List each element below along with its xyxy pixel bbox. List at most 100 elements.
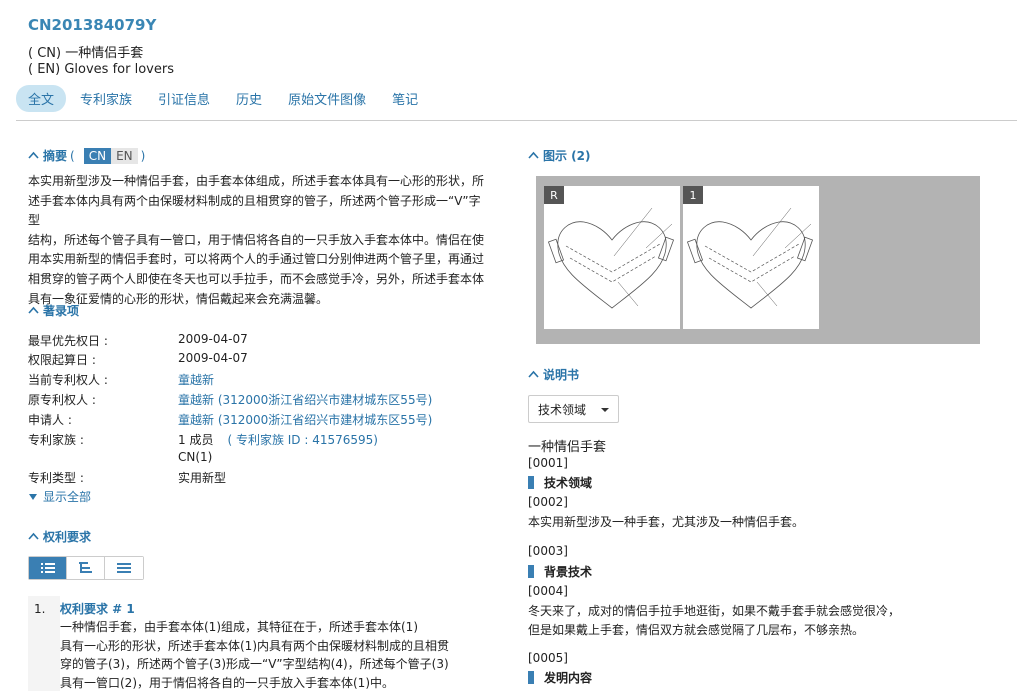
paragraph-text: 但是如果戴上手套，情侣双方就会感觉隔了几层布，不够亲热。 <box>528 623 865 637</box>
claim-title[interactable]: 权利要求 # 1 <box>60 600 498 618</box>
paragraph-number: [0003] <box>528 544 568 558</box>
applicant-link[interactable]: 童越新 (312000浙江省绍兴市建材城东区55号) <box>178 411 432 428</box>
section-heading-text: 发明内容 <box>544 671 593 685</box>
menu-icon <box>117 563 131 573</box>
abstract-line: 结构，所述每个管子具有一管口，用于情侣将各自的一只手放入手套本体中。情侣在使 <box>28 232 485 247</box>
plain-view-button[interactable] <box>105 557 143 579</box>
description-title: 一种情侣手套 <box>528 440 607 455</box>
lang-cn-button[interactable]: CN <box>83 147 112 164</box>
chevron-up-icon <box>528 370 539 378</box>
claim-line: 一种情侣手套，由手套本体(1)组成，其特征在于，所述手套本体(1) <box>60 620 418 635</box>
section-select[interactable]: 技术领域 <box>528 395 619 423</box>
heart-glove-drawing <box>547 207 675 309</box>
claims-header[interactable]: 权利要求 <box>28 528 91 545</box>
heading-bar <box>528 565 534 578</box>
tree-view-button[interactable] <box>67 557 105 579</box>
abstract-line: 本实用新型涉及一种情侣手套，由手套本体组成，所述手套本体具有一心形的形状，所 <box>28 174 485 188</box>
biblio-row: 专利类型 : 实用新型 <box>28 469 226 486</box>
chevron-up-icon <box>528 151 539 159</box>
heading-bar <box>528 476 534 489</box>
chevron-up-icon <box>28 532 39 540</box>
biblio-row: 原专利权人 : 童越新 (312000浙江省绍兴市建材城东区55号) <box>28 391 432 408</box>
biblio-value: 2009-04-07 <box>178 351 248 365</box>
paren-close: ) <box>140 148 146 163</box>
tab-history[interactable]: 历史 <box>224 85 274 112</box>
show-all-label: 显示全部 <box>43 490 92 504</box>
divider <box>16 120 1017 121</box>
paragraph-text: 冬天来了，成对的情侣手拉手地逛街，如果不戴手套手就会感觉很冷， <box>528 604 901 618</box>
paragraph-number: [0001] <box>528 456 568 470</box>
claim-line: 具有一管口(2)，用于情侣将各自的一只手放入手套本体(1)中。 <box>60 675 394 690</box>
biblio-value: 1 成员 <box>178 433 214 447</box>
section-heading: 背景技术 <box>528 563 592 580</box>
list-view-button[interactable] <box>29 557 67 579</box>
claim-body: 权利要求 # 1 一种情侣手套，由手套本体(1)组成，其特征在于，所述手套本体(… <box>60 596 498 691</box>
chevron-up-icon <box>28 306 39 314</box>
show-all-link[interactable]: 显示全部 <box>28 488 91 505</box>
paragraph-number: [0004] <box>528 584 568 598</box>
biblio-label: 当前专利权人 : <box>28 373 108 387</box>
biblio-row: 当前专利权人 : 童越新 <box>28 371 214 388</box>
biblio-row: 申请人 : 童越新 (312000浙江省绍兴市建材城东区55号) <box>28 411 432 428</box>
figure-tag: 1 <box>683 186 703 204</box>
original-assignee-link[interactable]: 童越新 (312000浙江省绍兴市建材城东区55号) <box>178 391 432 408</box>
figures-header[interactable]: 图示 (2) <box>528 147 591 164</box>
section-heading: 发明内容 <box>528 669 592 686</box>
paragraph-number: [0005] <box>528 651 568 665</box>
tree-icon <box>78 562 92 573</box>
abstract-heading: 摘要 <box>43 149 68 163</box>
claim-line: 具有一心形的形状，所述手套本体(1)内具有两个由保暖材料制成的且相贯 <box>60 638 450 653</box>
biblio-row: 专利家族 : 1 成员 ( 专利家族 ID : 41576595) <box>28 431 378 448</box>
section-heading-text: 技术领域 <box>544 476 593 490</box>
title-en: ( EN) Gloves for lovers <box>28 62 174 77</box>
description-heading: 说明书 <box>543 368 580 382</box>
abstract-line: 用本实用新型的情侣手套时，可以将两个人的手通过管口分别伸进两个管子里，再通过 <box>28 252 485 267</box>
lang-en-button[interactable]: EN <box>111 147 138 164</box>
figures-heading: 图示 (2) <box>543 149 591 163</box>
tab-notes[interactable]: 笔记 <box>380 85 430 112</box>
biblio-row: CN(1) <box>28 450 212 464</box>
biblio-label: 专利家族 : <box>28 433 84 447</box>
biblio-row: 最早优先权日 : 2009-04-07 <box>28 332 248 349</box>
abstract-line: 相贯穿的管子两个人即使在冬天也可以手拉手，而不会感觉手冷，另外，所述手套本体 <box>28 271 485 286</box>
dropdown-arrow-icon <box>601 408 609 412</box>
biblio-value: CN(1) <box>178 450 213 464</box>
claims-view-switcher <box>28 556 144 580</box>
tab-family[interactable]: 专利家族 <box>68 85 144 112</box>
claim-line: 穿的管子(3)，所述两个管子(3)形成一“V”字型结构(4)，所述每个管子(3) <box>60 657 449 672</box>
biblio-value: 实用新型 <box>178 471 227 485</box>
figures-panel: R 1 <box>536 176 980 344</box>
biblio-label: 最早优先权日 : <box>28 334 108 348</box>
publication-number: CN201384079Y <box>28 16 157 34</box>
language-toggle: CN EN <box>83 147 138 164</box>
figure-thumbnail[interactable]: 1 <box>683 186 819 329</box>
description-header[interactable]: 说明书 <box>528 366 579 383</box>
family-id-link[interactable]: ( 专利家族 ID : 41576595) <box>227 431 378 448</box>
biblio-label: 原专利权人 : <box>28 393 96 407</box>
tab-fulltext[interactable]: 全文 <box>16 84 67 112</box>
tab-original-images[interactable]: 原始文件图像 <box>276 85 378 112</box>
chevron-up-icon <box>28 151 39 159</box>
claim-number: 1. <box>34 602 46 616</box>
paragraph-text: 本实用新型涉及一种手套，尤其涉及一种情侣手套。 <box>528 515 805 529</box>
figure-thumbnail[interactable]: R <box>544 186 680 329</box>
biblio-row: 权限起算日 : 2009-04-07 <box>28 351 248 368</box>
paragraph-number: [0002] <box>528 495 568 509</box>
tab-bar: 全文 专利家族 引证信息 历史 原始文件图像 笔记 <box>16 84 432 112</box>
abstract-line: 述手套本体内具有两个由保暖材料制成的且相贯穿的管子，所述两个管子形成一“V”字型 <box>28 193 481 228</box>
section-select-value: 技术领域 <box>538 402 587 417</box>
abstract-text: 本实用新型涉及一种情侣手套，由手套本体组成，所述手套本体具有一心形的形状，所 述… <box>28 172 490 309</box>
biblio-header[interactable]: 著录项 <box>28 302 79 319</box>
heart-glove-drawing <box>686 207 814 309</box>
assignee-link[interactable]: 童越新 <box>178 371 214 388</box>
list-icon <box>40 563 55 573</box>
biblio-label: 申请人 : <box>28 413 72 427</box>
claim-item: 1. 权利要求 # 1 一种情侣手套，由手套本体(1)组成，其特征在于，所述手套… <box>28 596 498 691</box>
tab-citations[interactable]: 引证信息 <box>146 85 222 112</box>
abstract-header[interactable]: 摘要 ( CN EN ) <box>28 147 148 164</box>
abstract-line: 具有一象征爱情的心形的形状，情侣戴起来会充满温馨。 <box>28 291 329 306</box>
caret-down-icon <box>29 493 37 500</box>
biblio-heading: 著录项 <box>43 304 80 318</box>
claims-heading: 权利要求 <box>43 530 92 544</box>
title-cn: ( CN) 一种情侣手套 <box>28 46 144 61</box>
